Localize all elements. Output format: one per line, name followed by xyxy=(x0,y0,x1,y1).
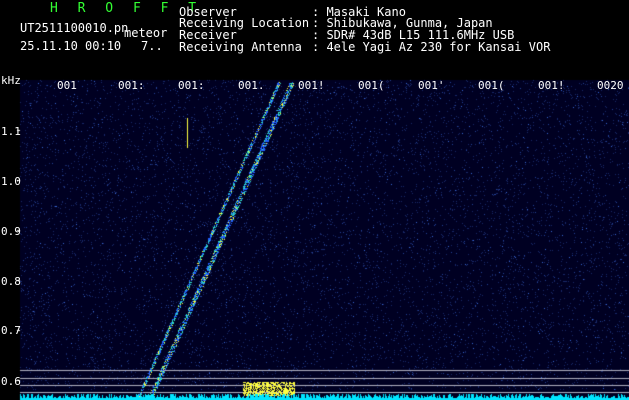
info-value-antenna: : 4ele Yagi Az 230 for Kansai VOR xyxy=(312,40,551,54)
x-tick-label: 001( xyxy=(358,79,385,92)
file-name: UT2511100010.pn xyxy=(20,21,129,35)
x-tick-label: 001 xyxy=(57,79,77,92)
x-tick-label: 0020 xyxy=(597,79,624,92)
frame-index: 7.. xyxy=(141,39,163,53)
x-tick-label: 001: xyxy=(178,79,205,92)
y-tick-label: 0.9 xyxy=(1,225,21,238)
x-tick-label: 001' xyxy=(418,79,445,92)
date-time: 25.11.10 00:10 xyxy=(20,39,122,53)
spectrogram xyxy=(0,0,629,400)
y-tick-label: 0.7 xyxy=(1,324,21,337)
y-tick-label: 0.8 xyxy=(1,275,21,288)
x-tick-label: 001. xyxy=(238,79,265,92)
x-tick-label: 001: xyxy=(118,79,145,92)
y-tick-label: 0.6 xyxy=(1,375,21,388)
hrofft-window: H R O F F T UT2511100010.pn meteor 25.11… xyxy=(0,0,629,400)
y-tick-label: 1.1 xyxy=(1,125,21,138)
x-tick-label: 001! xyxy=(538,79,565,92)
x-tick-label: 001! xyxy=(298,79,325,92)
y-tick-label: 1.0 xyxy=(1,175,21,188)
x-tick-label: 001( xyxy=(478,79,505,92)
event-type: meteor xyxy=(124,26,168,40)
info-label-antenna: Receiving Antenna xyxy=(179,40,302,54)
y-axis-unit: kHz xyxy=(1,74,21,87)
